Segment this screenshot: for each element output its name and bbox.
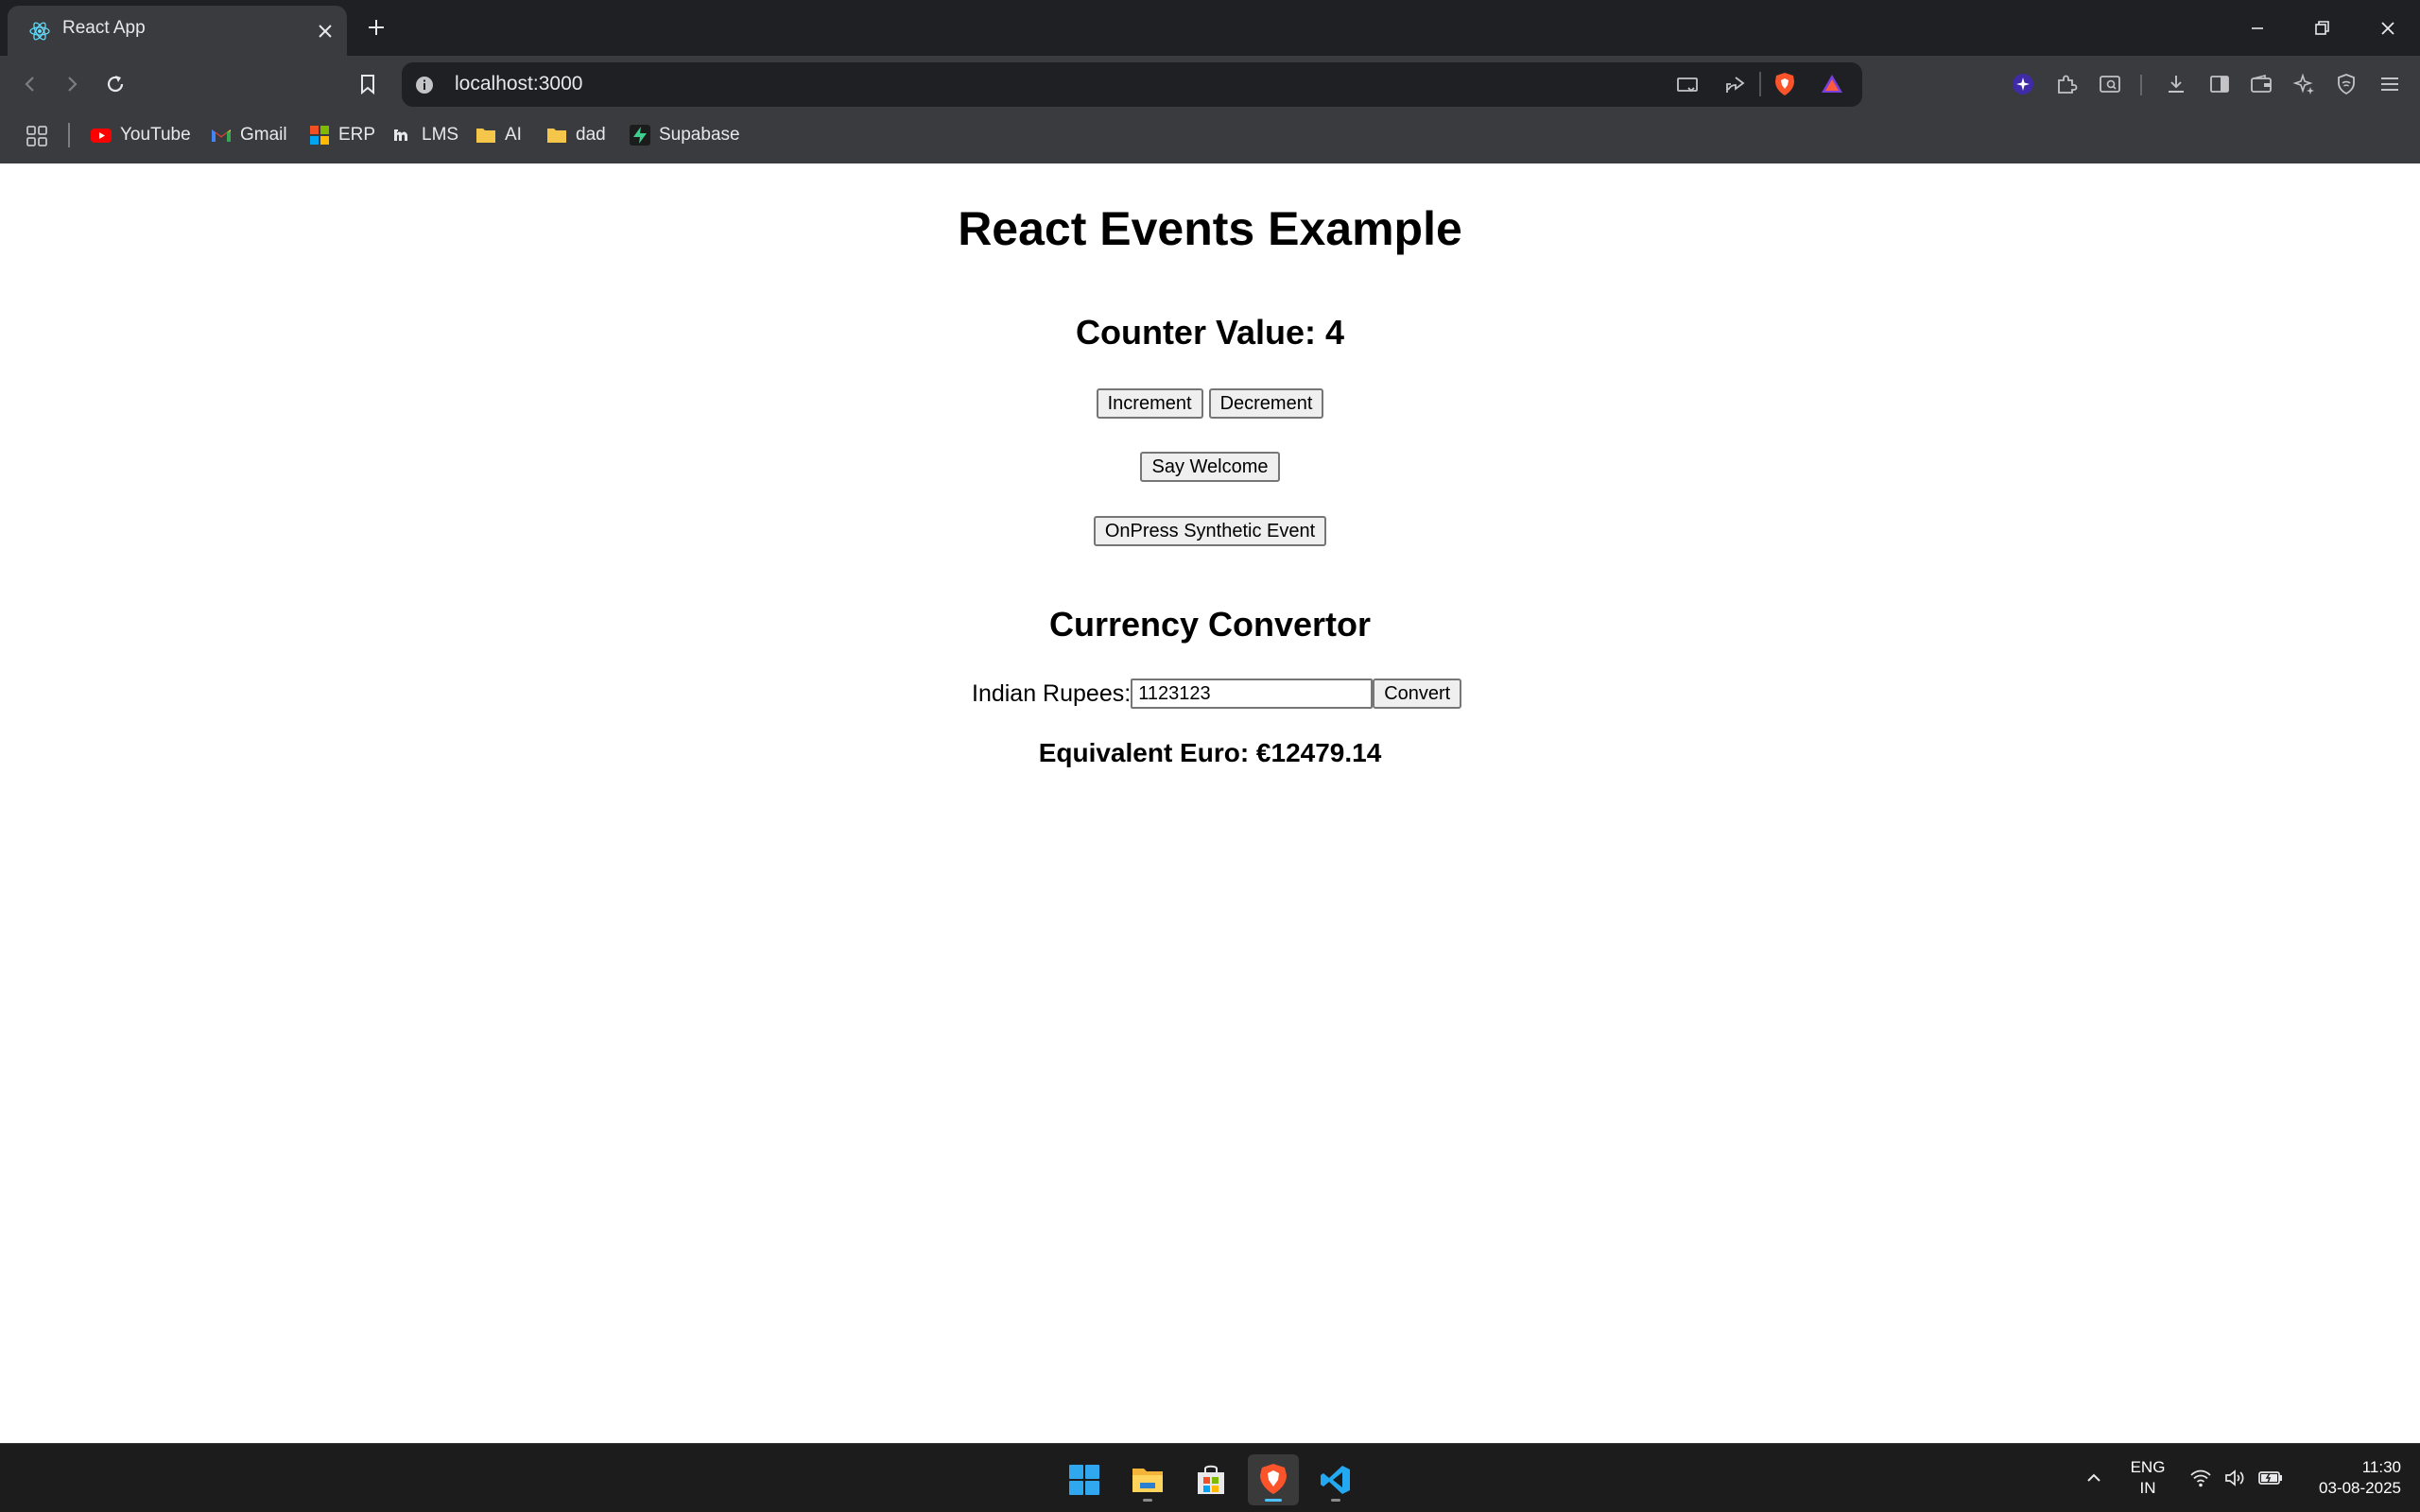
chevron-up-icon[interactable]: [2083, 1468, 2104, 1488]
bookmark-label: ERP: [338, 125, 376, 145]
address-bar[interactable]: localhost:3000: [402, 62, 1862, 107]
onpress-synthetic-button[interactable]: OnPress Synthetic Event: [1093, 516, 1327, 546]
sidebar-icon[interactable]: [2206, 71, 2233, 97]
erp-icon: [310, 126, 329, 145]
tab-react-app[interactable]: React App: [8, 6, 347, 56]
taskbar-store[interactable]: [1185, 1454, 1236, 1505]
language-code: ENG: [2130, 1458, 2166, 1476]
windows-start-icon: [1069, 1465, 1099, 1495]
restore-icon[interactable]: [2308, 15, 2335, 42]
menu-icon[interactable]: [2377, 71, 2403, 97]
bookmark-label: dad: [576, 125, 606, 145]
region-code: IN: [2139, 1479, 2156, 1497]
bookmark-supabase[interactable]: Supabase: [629, 121, 740, 149]
bookmark-erp[interactable]: ERP: [308, 121, 375, 149]
folder-icon: [547, 129, 566, 143]
minimize-icon[interactable]: [2244, 15, 2271, 42]
file-explorer-icon: [1132, 1469, 1163, 1492]
toolbar-divider: [2140, 75, 2142, 95]
taskbar-brave[interactable]: [1248, 1454, 1299, 1505]
converter-form: Indian Rupees: Convert: [972, 679, 1462, 709]
folder-icon: [476, 129, 495, 143]
bookmark-gmail[interactable]: Gmail: [210, 121, 287, 149]
wallet-icon[interactable]: [2248, 71, 2274, 97]
bookmarks-divider: [68, 123, 70, 147]
bookmark-label: LMS: [422, 125, 459, 145]
share-icon[interactable]: [1722, 72, 1749, 98]
running-indicator: [1331, 1499, 1340, 1502]
bookmark-page-icon[interactable]: [354, 71, 381, 97]
bookmark-label: AI: [505, 125, 522, 145]
page-title: React Events Example: [958, 202, 1462, 255]
youtube-icon: [91, 129, 112, 143]
decrement-button[interactable]: Decrement: [1208, 388, 1324, 419]
lms-icon: [394, 129, 407, 141]
bookmark-label: YouTube: [120, 125, 191, 145]
reload-icon[interactable]: [102, 71, 129, 97]
running-indicator: [1143, 1499, 1152, 1502]
close-window-icon[interactable]: [2375, 15, 2401, 42]
microsoft-store-icon: [1198, 1465, 1224, 1494]
bookmark-label: Supabase: [659, 125, 740, 145]
say-welcome-button[interactable]: Say Welcome: [1140, 452, 1280, 482]
bookmark-label: Gmail: [240, 125, 287, 145]
supabase-icon: [630, 125, 650, 146]
synthetic-row: OnPress Synthetic Event: [0, 516, 2420, 546]
converter-heading: Currency Convertor: [1048, 605, 1372, 644]
vscode-icon: [1321, 1466, 1350, 1494]
brave-browser-icon: [1260, 1464, 1287, 1494]
date-text: 03-08-2025: [2319, 1479, 2401, 1497]
taskbar-start[interactable]: [1059, 1454, 1110, 1505]
taskbar-file-explorer[interactable]: [1122, 1454, 1173, 1505]
react-icon: [29, 22, 50, 41]
url-text[interactable]: localhost:3000: [455, 73, 582, 95]
leo-ai-icon[interactable]: [2010, 71, 2036, 97]
convert-button[interactable]: Convert: [1373, 679, 1462, 709]
tab-strip: React App: [0, 0, 2420, 56]
bookmark-folder-ai[interactable]: AI: [475, 121, 522, 149]
battery-icon[interactable]: [2257, 1468, 2284, 1488]
active-indicator: [1265, 1499, 1282, 1502]
site-info-icon[interactable]: [413, 74, 436, 96]
euro-result: Equivalent Euro: €12479.14: [1038, 738, 1382, 767]
close-tab-icon[interactable]: [315, 21, 336, 42]
gmail-icon: [212, 129, 231, 142]
downloads-icon[interactable]: [2163, 71, 2189, 97]
new-tab-icon[interactable]: [365, 16, 388, 39]
tab-title: React App: [62, 18, 146, 38]
rupees-input[interactable]: [1131, 679, 1374, 709]
taskbar: ENG IN 11:30 03-08-2025: [0, 1443, 2420, 1512]
omnibox-divider: [1759, 72, 1761, 96]
apps-grid-icon[interactable]: [24, 123, 50, 149]
forward-icon[interactable]: [59, 71, 85, 97]
back-icon[interactable]: [17, 71, 43, 97]
wifi-icon[interactable]: [2189, 1468, 2212, 1488]
vpn-shield-icon[interactable]: [2333, 71, 2360, 97]
clock[interactable]: 11:30 03-08-2025: [2301, 1457, 2401, 1499]
welcome-row: Say Welcome: [0, 452, 2420, 482]
brave-shields-icon[interactable]: [1771, 70, 1799, 98]
reading-mode-icon[interactable]: [2097, 71, 2123, 97]
brave-rewards-icon[interactable]: [1818, 70, 1846, 98]
time-text: 11:30: [2361, 1458, 2401, 1476]
language-indicator[interactable]: ENG IN: [2129, 1457, 2167, 1499]
page-viewport: React Events Example Counter Value: 4 In…: [0, 163, 2420, 1443]
bookmark-youtube[interactable]: YouTube: [90, 121, 191, 149]
rupees-label: Indian Rupees:: [972, 679, 1132, 707]
taskbar-vscode[interactable]: [1310, 1454, 1361, 1505]
counter-heading: Counter Value: 4: [1075, 313, 1345, 352]
increment-button[interactable]: Increment: [1096, 388, 1203, 419]
bookmark-folder-dad[interactable]: dad: [545, 121, 606, 149]
bookmark-lms[interactable]: LMS: [391, 121, 458, 149]
extensions-icon[interactable]: [2053, 71, 2080, 97]
volume-icon[interactable]: [2223, 1468, 2246, 1488]
cast-icon[interactable]: [1674, 72, 1701, 98]
counter-controls: Increment Decrement: [0, 388, 2420, 419]
leo-sparkle-icon[interactable]: [2291, 71, 2318, 97]
